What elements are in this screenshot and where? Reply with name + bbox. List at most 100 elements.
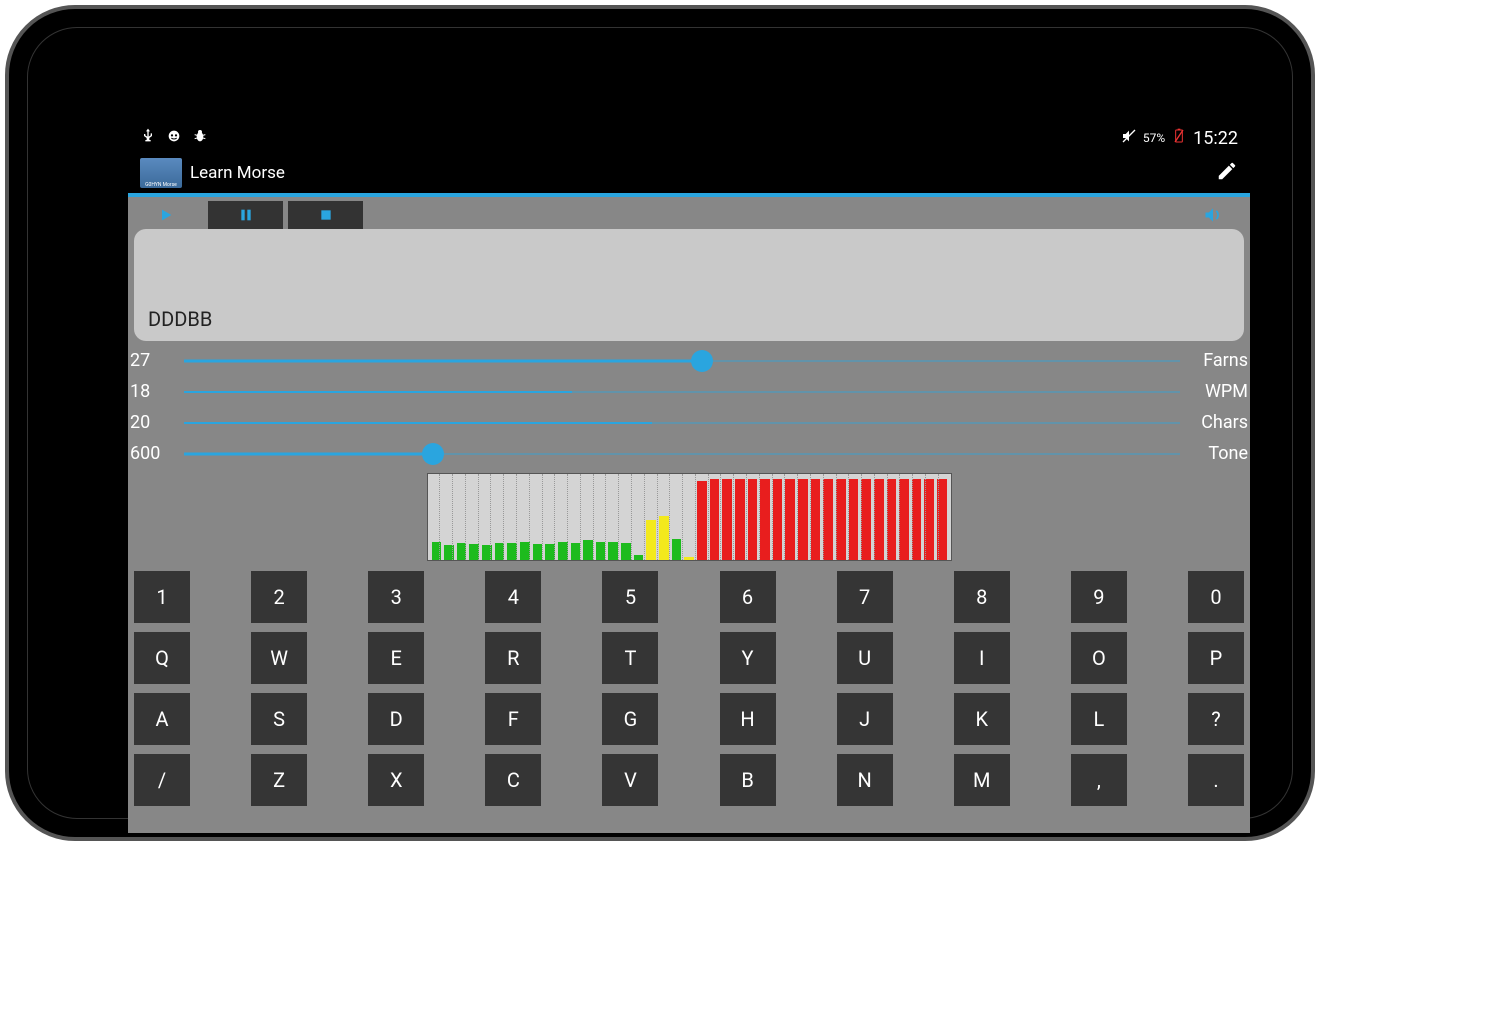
key-b[interactable]: B [720,754,776,806]
key-x[interactable]: X [368,754,424,806]
key-z[interactable]: Z [251,754,307,806]
key-0[interactable]: 0 [1188,571,1244,623]
slider-label: Tone [1190,443,1250,464]
app-bar: G0HYN Morse Learn Morse [128,153,1250,193]
chart-bar [899,479,909,560]
slider-thumb[interactable] [691,350,713,372]
key-8[interactable]: 8 [954,571,1010,623]
key-c[interactable]: C [485,754,541,806]
keyboard-row: 1 2 3 4 5 6 7 8 9 0 [134,571,1244,623]
key-u[interactable]: U [837,632,893,684]
chart-bar [621,543,631,560]
battery-percent: 57% [1143,131,1165,145]
keyboard-row: / Z X C V B N M,. [134,754,1244,806]
sliders-panel: 27Farns18WPM20Chars600Tone [128,345,1250,469]
chart-bar [558,542,568,560]
playback-toolbar [128,193,1250,229]
performance-chart [427,473,952,561]
keyboard-row: QWERTYUIOP [134,632,1244,684]
key-o[interactable]: O [1071,632,1127,684]
chart-bar [533,544,543,560]
slider-wpm: 18WPM [128,376,1250,407]
key-1[interactable]: 1 [134,571,190,623]
key-v[interactable]: V [602,754,658,806]
key-q[interactable]: Q [134,632,190,684]
battery-icon [1171,128,1187,148]
key-k[interactable]: K [954,693,1010,745]
screen: 57% 15:22 G0HYN Morse Learn Morse [128,123,1250,833]
key-d[interactable]: D [368,693,424,745]
chart-bar [608,542,618,560]
keyboard-row: A S D F G H J K L? [134,693,1244,745]
key-e[interactable]: E [368,632,424,684]
key-2[interactable]: 2 [251,571,307,623]
chart-bar [798,479,808,560]
edit-icon[interactable] [1216,160,1238,186]
key-a[interactable]: A [134,693,190,745]
key-symbol[interactable]: / [134,754,190,806]
tablet-inner-frame: 57% 15:22 G0HYN Morse Learn Morse [27,27,1293,819]
key-9[interactable]: 9 [1071,571,1127,623]
chart-bar [773,479,783,560]
chart-bar [520,542,530,560]
key-symbol[interactable]: . [1188,754,1244,806]
chart-bar [583,540,593,560]
tablet-frame: 57% 15:22 G0HYN Morse Learn Morse [5,5,1315,841]
slider-label: WPM [1190,381,1250,402]
key-3[interactable]: 3 [368,571,424,623]
key-f[interactable]: F [485,693,541,745]
key-m[interactable]: M [954,754,1010,806]
key-symbol[interactable]: ? [1188,693,1244,745]
stop-button[interactable] [288,201,363,229]
key-7[interactable]: 7 [837,571,893,623]
key-i[interactable]: I [954,632,1010,684]
debug-mask-icon [166,128,182,148]
slider-track[interactable] [184,413,1180,433]
status-bar: 57% 15:22 [128,123,1250,153]
key-w[interactable]: W [251,632,307,684]
key-5[interactable]: 5 [602,571,658,623]
chart-bar [887,479,897,560]
audio-output-button[interactable] [1175,201,1250,229]
chart-bar [545,544,555,560]
chart-bar [836,479,846,560]
chart-bar [912,479,922,560]
slider-chars: 20Chars [128,407,1250,438]
key-t[interactable]: T [602,632,658,684]
app-icon: G0HYN Morse [140,158,182,188]
chart-bar [861,479,871,560]
key-s[interactable]: S [251,693,307,745]
content-area: DDDBB 27Farns18WPM20Chars600Tone 1234567… [128,193,1250,833]
key-r[interactable]: R [485,632,541,684]
chart-bar [748,479,758,560]
key-g[interactable]: G [602,693,658,745]
chart-bar [444,545,454,560]
chart-bar [596,542,606,560]
key-y[interactable]: Y [720,632,776,684]
key-h[interactable]: H [720,693,776,745]
pause-button[interactable] [208,201,283,229]
slider-thumb[interactable] [422,443,444,465]
chart-bar [849,479,859,560]
slider-track[interactable] [184,382,1180,402]
key-6[interactable]: 6 [720,571,776,623]
chart-bar [785,479,795,560]
key-symbol[interactable]: , [1071,754,1127,806]
display-text: DDDBB [148,307,212,331]
clock: 15:22 [1193,128,1238,149]
slider-track[interactable] [184,444,1180,464]
chart-bar [735,479,745,560]
key-p[interactable]: P [1188,632,1244,684]
play-button[interactable] [128,201,203,229]
chart-bar [823,479,833,560]
key-l[interactable]: L [1071,693,1127,745]
key-4[interactable]: 4 [485,571,541,623]
slider-track[interactable] [184,351,1180,371]
chart-bar [874,479,884,560]
key-n[interactable]: N [837,754,893,806]
mute-icon [1121,128,1137,148]
slider-label: Chars [1190,412,1250,433]
keyboard: 1 2 3 4 5 6 7 8 9 0 Q W E R T Y U I O P A S D F G H J K L? / Z X C V B N M,. [128,569,1250,817]
key-j[interactable]: J [837,693,893,745]
chart-bar [469,544,479,560]
